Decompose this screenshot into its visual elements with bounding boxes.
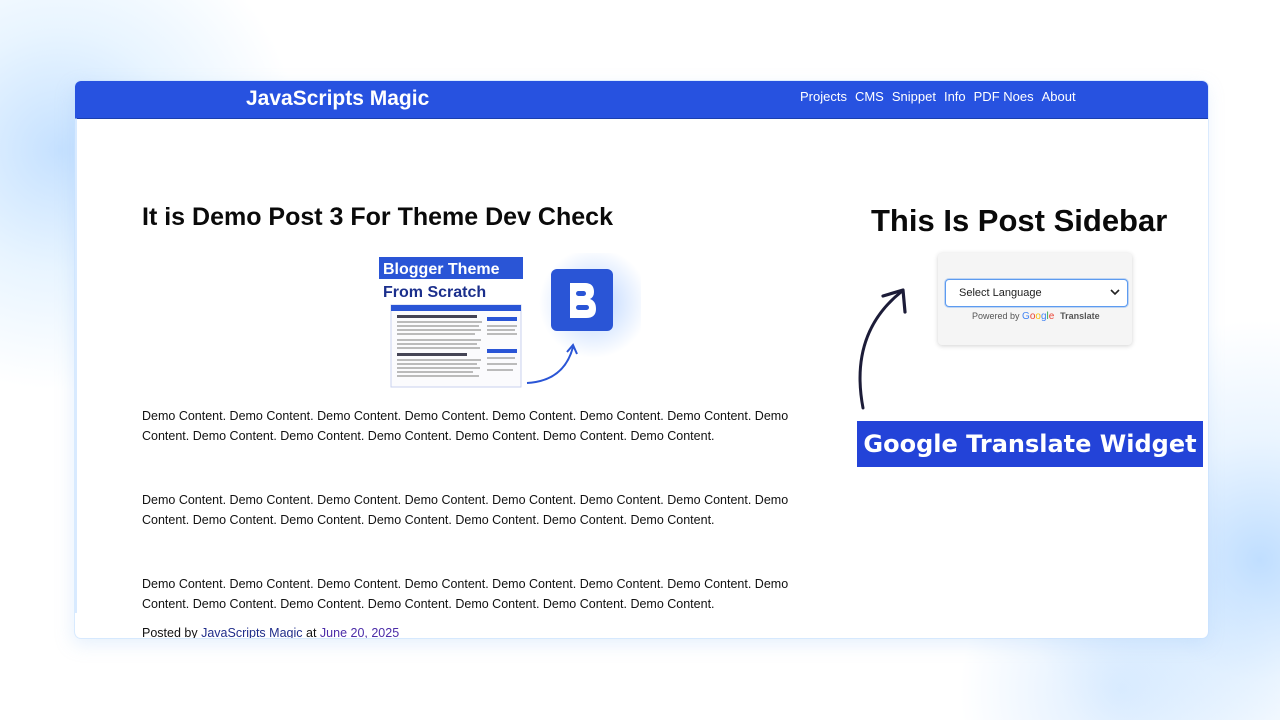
post-date-link[interactable]: June 20, 2025 <box>320 626 399 638</box>
language-select[interactable]: Select Language <box>945 279 1128 307</box>
translate-link[interactable]: Translate <box>1060 311 1100 321</box>
browser-window: JavaScripts Magic Projects CMS Snippet I… <box>75 81 1208 638</box>
site-title[interactable]: JavaScripts Magic <box>246 85 429 113</box>
curved-arrow-icon <box>858 288 907 410</box>
nav-link-pdf-noes[interactable]: PDF Noes <box>974 89 1034 105</box>
post-main: It is Demo Post 3 For Theme Dev Check Bl… <box>142 201 832 611</box>
blogger-logo-icon <box>551 269 613 331</box>
nav-link-info[interactable]: Info <box>944 89 966 105</box>
thumbnail-heading-line1: Blogger Theme <box>383 261 500 278</box>
language-select-value: Select Language <box>959 287 1042 299</box>
callout-label: Google Translate Widget <box>857 421 1203 467</box>
thumbnail-heading-line2: From Scratch <box>383 284 486 301</box>
post-paragraph: Demo Content. Demo Content. Demo Content… <box>142 493 789 527</box>
thumbnail-mock-page <box>390 304 522 388</box>
author-link[interactable]: JavaScripts Magic <box>201 626 302 638</box>
nav-link-cms[interactable]: CMS <box>855 89 884 105</box>
sidebar-title: This Is Post Sidebar <box>871 203 1168 238</box>
byline-at: at <box>306 626 317 638</box>
post-thumbnail: Blogger Theme From Scratch <box>379 253 641 388</box>
window-edge <box>75 118 77 613</box>
nav-links: Projects CMS Snippet Info PDF Noes About <box>800 89 1076 105</box>
post-title: It is Demo Post 3 For Theme Dev Check <box>142 203 613 231</box>
post-byline: Posted by JavaScripts Magic at June 20, … <box>142 626 402 638</box>
nav-link-snippet[interactable]: Snippet <box>892 89 936 105</box>
post-paragraph: Demo Content. Demo Content. Demo Content… <box>142 577 789 611</box>
post-paragraph: Demo Content. Demo Content. Demo Content… <box>142 409 789 443</box>
page-background: JavaScripts Magic Projects CMS Snippet I… <box>0 0 1280 720</box>
google-logo-icon[interactable]: Google <box>1022 311 1057 322</box>
nav-link-projects[interactable]: Projects <box>800 89 847 105</box>
powered-by-google: Powered by Google Translate <box>972 310 1100 323</box>
byline-prefix: Posted by <box>142 626 198 638</box>
powered-by-label: Powered by <box>972 311 1020 321</box>
nav-link-about[interactable]: About <box>1042 89 1076 105</box>
navbar: JavaScripts Magic Projects CMS Snippet I… <box>75 81 1208 119</box>
chevron-down-icon <box>1110 289 1120 296</box>
google-translate-widget: Select Language Powered by Google Transl… <box>938 253 1132 345</box>
